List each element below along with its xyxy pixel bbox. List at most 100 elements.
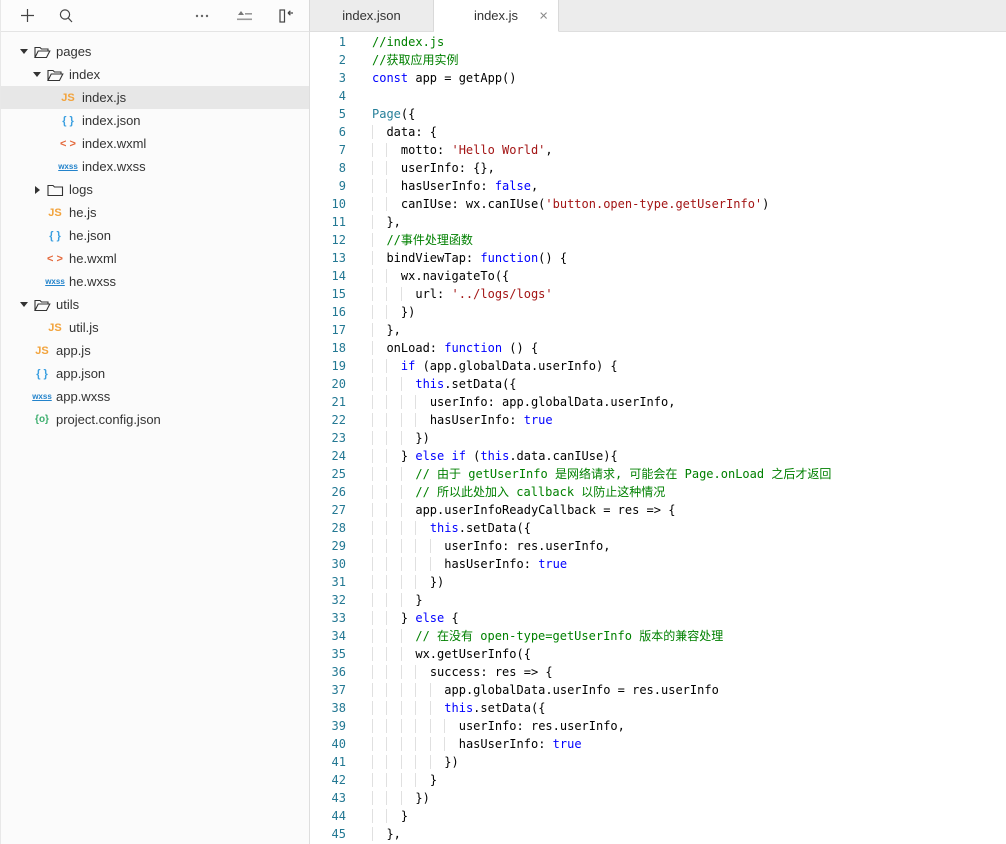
code-line-40[interactable]: 40 hasUserInfo: true bbox=[310, 735, 1006, 753]
code-line-7[interactable]: 7 motto: 'Hello World', bbox=[310, 141, 1006, 159]
code-text: }, bbox=[346, 321, 401, 339]
tree-item-label: project.config.json bbox=[56, 412, 161, 427]
code-line-27[interactable]: 27 app.userInfoReadyCallback = res => { bbox=[310, 501, 1006, 519]
tab-index-json[interactable]: index.json bbox=[309, 0, 434, 31]
code-line-39[interactable]: 39 userInfo: res.userInfo, bbox=[310, 717, 1006, 735]
code-line-38[interactable]: 38 this.setData({ bbox=[310, 699, 1006, 717]
line-number: 37 bbox=[310, 681, 346, 699]
code-line-1[interactable]: 1//index.js bbox=[310, 33, 1006, 51]
tree-item-he-js[interactable]: JShe.js bbox=[1, 201, 309, 224]
tree-item-index[interactable]: index bbox=[1, 63, 309, 86]
code-line-22[interactable]: 22 hasUserInfo: true bbox=[310, 411, 1006, 429]
indent-guide bbox=[386, 395, 400, 409]
tree-item-index-wxss[interactable]: wxssindex.wxss bbox=[1, 155, 309, 178]
code-token: { bbox=[444, 611, 458, 625]
code-line-37[interactable]: 37 app.globalData.userInfo = res.userInf… bbox=[310, 681, 1006, 699]
chevron-right-icon[interactable] bbox=[30, 186, 44, 194]
code-line-32[interactable]: 32 } bbox=[310, 591, 1006, 609]
code-line-29[interactable]: 29 userInfo: res.userInfo, bbox=[310, 537, 1006, 555]
code-line-14[interactable]: 14 wx.navigateTo({ bbox=[310, 267, 1006, 285]
code-line-11[interactable]: 11 }, bbox=[310, 213, 1006, 231]
code-line-34[interactable]: 34 // 在没有 open-type=getUserInfo 版本的兼容处理 bbox=[310, 627, 1006, 645]
code-line-30[interactable]: 30 hasUserInfo: true bbox=[310, 555, 1006, 573]
tree-item-project-config-json[interactable]: {o}project.config.json bbox=[1, 408, 309, 431]
code-line-9[interactable]: 9 hasUserInfo: false, bbox=[310, 177, 1006, 195]
indent-guide bbox=[415, 539, 429, 553]
code-token: }) bbox=[444, 755, 458, 769]
tab-index-js[interactable]: index.js× bbox=[434, 0, 559, 32]
indent-guide bbox=[386, 287, 400, 301]
code-editor[interactable]: 1//index.js2//获取应用实例3const app = getApp(… bbox=[310, 32, 1006, 844]
tree-item-pages[interactable]: pages bbox=[1, 40, 309, 63]
collapse-all-icon[interactable] bbox=[235, 7, 253, 25]
code-line-2[interactable]: 2//获取应用实例 bbox=[310, 51, 1006, 69]
chevron-down-icon[interactable] bbox=[17, 302, 31, 307]
tree-item-app-json[interactable]: { }app.json bbox=[1, 362, 309, 385]
tree-item-app-js[interactable]: JSapp.js bbox=[1, 339, 309, 362]
tree-item-he-wxss[interactable]: wxsshe.wxss bbox=[1, 270, 309, 293]
code-line-35[interactable]: 35 wx.getUserInfo({ bbox=[310, 645, 1006, 663]
indent-guide bbox=[430, 755, 444, 769]
code-line-23[interactable]: 23 }) bbox=[310, 429, 1006, 447]
code-line-20[interactable]: 20 this.setData({ bbox=[310, 375, 1006, 393]
code-text: } else { bbox=[346, 609, 459, 627]
code-line-5[interactable]: 5Page({ bbox=[310, 105, 1006, 123]
code-line-10[interactable]: 10 canIUse: wx.canIUse('button.open-type… bbox=[310, 195, 1006, 213]
code-line-31[interactable]: 31 }) bbox=[310, 573, 1006, 591]
code-line-19[interactable]: 19 if (app.globalData.userInfo) { bbox=[310, 357, 1006, 375]
tree-item-index-json[interactable]: { }index.json bbox=[1, 109, 309, 132]
search-icon[interactable] bbox=[57, 7, 75, 25]
explorer-toolbar bbox=[1, 0, 309, 32]
tree-item-label: index.js bbox=[82, 90, 126, 105]
code-line-36[interactable]: 36 success: res => { bbox=[310, 663, 1006, 681]
code-line-26[interactable]: 26 // 所以此处加入 callback 以防止这种情况 bbox=[310, 483, 1006, 501]
tree-item-logs[interactable]: logs bbox=[1, 178, 309, 201]
code-line-15[interactable]: 15 url: '../logs/logs' bbox=[310, 285, 1006, 303]
code-line-16[interactable]: 16 }) bbox=[310, 303, 1006, 321]
more-icon[interactable] bbox=[193, 7, 211, 25]
code-line-28[interactable]: 28 this.setData({ bbox=[310, 519, 1006, 537]
code-line-4[interactable]: 4 bbox=[310, 87, 1006, 105]
line-number: 26 bbox=[310, 483, 346, 501]
indent-guide bbox=[372, 827, 386, 841]
code-text: hasUserInfo: true bbox=[346, 735, 582, 753]
code-line-17[interactable]: 17 }, bbox=[310, 321, 1006, 339]
code-line-43[interactable]: 43 }) bbox=[310, 789, 1006, 807]
add-file-icon[interactable] bbox=[18, 7, 36, 25]
code-line-12[interactable]: 12 //事件处理函数 bbox=[310, 231, 1006, 249]
code-line-6[interactable]: 6 data: { bbox=[310, 123, 1006, 141]
cfg-file-icon: {o} bbox=[31, 414, 53, 425]
indent-guide bbox=[401, 557, 415, 571]
tree-item-utils[interactable]: utils bbox=[1, 293, 309, 316]
line-number: 40 bbox=[310, 735, 346, 753]
tree-item-app-wxss[interactable]: wxssapp.wxss bbox=[1, 385, 309, 408]
code-line-3[interactable]: 3const app = getApp() bbox=[310, 69, 1006, 87]
code-token: }) bbox=[415, 431, 429, 445]
code-token: //事件处理函数 bbox=[386, 233, 472, 247]
chevron-down-icon[interactable] bbox=[17, 49, 31, 54]
line-number: 21 bbox=[310, 393, 346, 411]
code-line-13[interactable]: 13 bindViewTap: function() { bbox=[310, 249, 1006, 267]
code-line-21[interactable]: 21 userInfo: app.globalData.userInfo, bbox=[310, 393, 1006, 411]
code-line-41[interactable]: 41 }) bbox=[310, 753, 1006, 771]
code-text: app.userInfoReadyCallback = res => { bbox=[346, 501, 675, 519]
tree-item-index-wxml[interactable]: < >index.wxml bbox=[1, 132, 309, 155]
code-line-18[interactable]: 18 onLoad: function () { bbox=[310, 339, 1006, 357]
close-tab-icon[interactable]: × bbox=[539, 8, 548, 23]
tree-item-util-js[interactable]: JSutil.js bbox=[1, 316, 309, 339]
code-line-44[interactable]: 44 } bbox=[310, 807, 1006, 825]
code-line-45[interactable]: 45 }, bbox=[310, 825, 1006, 843]
folder-open-icon bbox=[31, 298, 53, 312]
line-number: 5 bbox=[310, 105, 346, 123]
code-line-25[interactable]: 25 // 由于 getUserInfo 是网络请求, 可能会在 Page.on… bbox=[310, 465, 1006, 483]
code-line-42[interactable]: 42 } bbox=[310, 771, 1006, 789]
code-line-8[interactable]: 8 userInfo: {}, bbox=[310, 159, 1006, 177]
tree-item-index-js[interactable]: JSindex.js bbox=[1, 86, 309, 109]
code-line-33[interactable]: 33 } else { bbox=[310, 609, 1006, 627]
tree-item-he-wxml[interactable]: < >he.wxml bbox=[1, 247, 309, 270]
tree-item-he-json[interactable]: { }he.json bbox=[1, 224, 309, 247]
collapse-sidebar-icon[interactable] bbox=[277, 7, 295, 25]
code-text: userInfo: res.userInfo, bbox=[346, 717, 625, 735]
code-line-24[interactable]: 24 } else if (this.data.canIUse){ bbox=[310, 447, 1006, 465]
chevron-down-icon[interactable] bbox=[30, 72, 44, 77]
